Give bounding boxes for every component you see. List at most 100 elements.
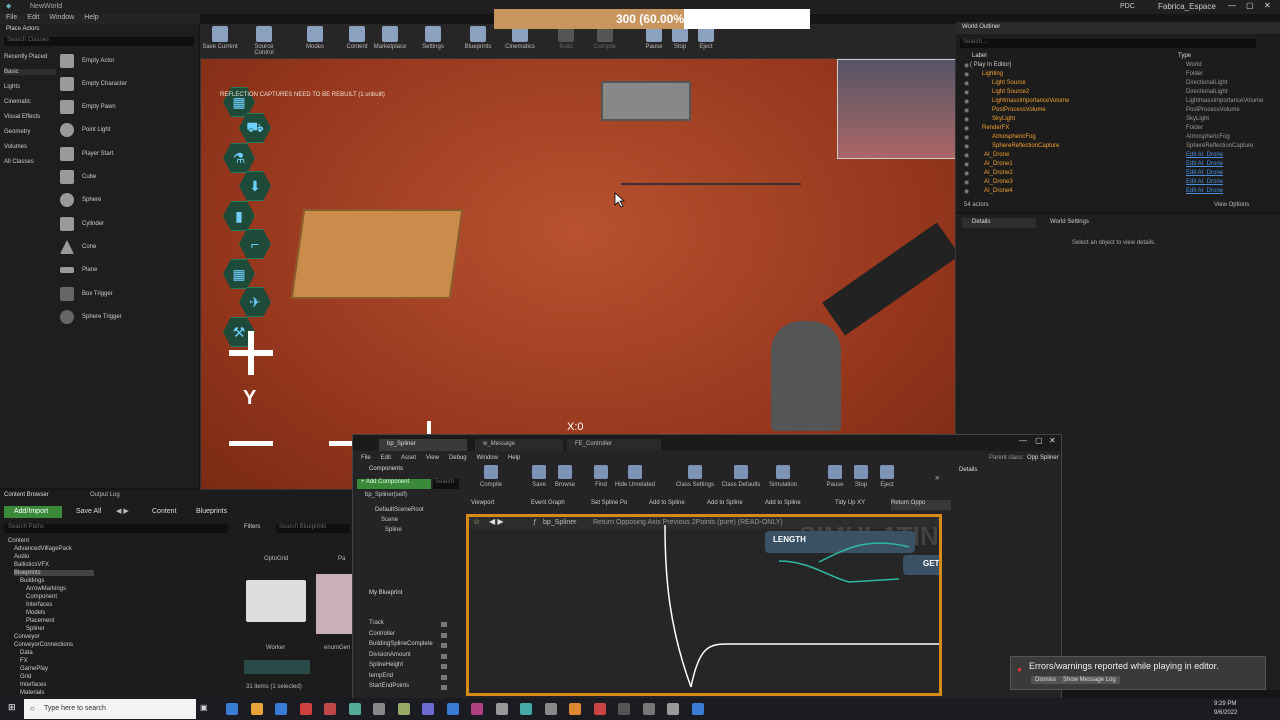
outliner-row-type[interactable]: Edit AI_Drone [1186, 152, 1223, 158]
maximize-button[interactable]: ▢ [1246, 1, 1254, 10]
bp-toolbar-button[interactable]: Hide Unrelated [613, 465, 657, 488]
pdc-tab[interactable]: PDC [1120, 3, 1135, 10]
variable-item[interactable]: BuildingSplineComplete [369, 641, 433, 647]
taskbar-search[interactable]: Type here to search [24, 699, 196, 719]
bp-toolbar-button[interactable]: Compile [469, 465, 513, 488]
graph-tab[interactable]: Add to Spline [649, 500, 709, 510]
save-current-button[interactable]: Save Current [200, 26, 240, 50]
bp-menu-item[interactable]: View [426, 455, 439, 461]
eye-icon[interactable]: ◉ [964, 125, 969, 132]
component-self[interactable]: bp_Spliner(self) [365, 492, 407, 498]
tab-w-message[interactable]: w_Message [475, 439, 563, 451]
variable-item[interactable]: DivisionAmount [369, 652, 411, 658]
marketplace-button[interactable]: Marketplace [370, 26, 410, 50]
content-browser-tab[interactable]: Content Browser [4, 492, 49, 498]
components-search[interactable]: Search [433, 479, 459, 489]
actor-empty-actor[interactable]: Empty Actor [60, 51, 196, 71]
eye-icon[interactable]: ◉ [964, 80, 969, 87]
folder-tree-item[interactable]: Interfaces [20, 682, 46, 688]
back-icon[interactable]: ◀ ▶ [116, 507, 129, 515]
dismiss-button[interactable]: Dismiss [1031, 676, 1060, 684]
folder-tree-item[interactable]: Buildings [20, 578, 44, 584]
outliner-row[interactable]: ◉ AI_Drone1 Edit AI_Drone [964, 161, 1274, 170]
hud-drone-icon[interactable]: ✈ [239, 287, 271, 317]
bp-menu-item[interactable]: Edit [381, 455, 391, 461]
hud-vehicle-icon[interactable]: ⛟ [239, 113, 271, 143]
variable-item[interactable]: tempEnd [369, 673, 393, 679]
folder-tree-item[interactable]: Blueprints [14, 570, 94, 576]
close-button[interactable]: ✕ [1264, 1, 1271, 10]
taskbar-app-icon[interactable] [226, 703, 238, 715]
eye-icon[interactable]: ◉ [964, 98, 969, 105]
bp-toolbar-button[interactable]: Class Defaults [719, 465, 763, 488]
view-options-button[interactable]: View Options [1214, 202, 1249, 208]
eye-icon[interactable]: ◉ [964, 116, 969, 123]
bp-toolbar-button[interactable]: Eject [865, 465, 909, 488]
actor-point-light[interactable]: Point Light [60, 120, 196, 140]
bp-maximize-button[interactable]: ▢ [1035, 436, 1043, 445]
task-view-icon[interactable]: ▣ [200, 703, 208, 712]
folder-tree-item[interactable]: Component [26, 594, 57, 600]
bp-menu-item[interactable]: Debug [449, 455, 467, 461]
folder-tree-item[interactable]: Models [26, 610, 45, 616]
folder-tree-item[interactable]: Audio [14, 554, 29, 560]
taskbar-app-icon[interactable] [691, 703, 704, 715]
cat-all-classes[interactable]: All Classes [4, 159, 34, 165]
add-import-button[interactable]: Add/Import [4, 506, 62, 518]
eye-icon[interactable]: ◉ [964, 107, 969, 114]
folder-tree-item[interactable]: Spliner [26, 626, 45, 632]
eye-icon[interactable]: ◉ [964, 152, 969, 159]
folder-tree-item[interactable]: ArrowMarkings [26, 586, 66, 592]
graph-tab[interactable]: Add to Spline [707, 500, 767, 510]
component-spline[interactable]: Spline [385, 527, 402, 533]
taskbar-app-icon[interactable] [397, 703, 410, 715]
modes-button[interactable]: Modes [295, 26, 335, 50]
outliner-row[interactable]: ◉ AtmosphericFog AtmosphericFog [964, 134, 1274, 143]
source-control-button[interactable]: Source Control [244, 26, 284, 56]
taskbar-app-icon[interactable] [495, 703, 508, 715]
save-all-button[interactable]: Save All [76, 508, 101, 515]
eye-icon[interactable]: ◉ [964, 89, 969, 96]
folder-tree-item[interactable]: Placement [26, 618, 54, 624]
tab-fe-controller[interactable]: FE_Controller [567, 439, 661, 451]
eye-icon[interactable]: ◉ [964, 188, 969, 195]
outliner-row[interactable]: ◉ SkyLight SkyLight [964, 116, 1274, 125]
actor-cone[interactable]: Cone [60, 237, 196, 257]
windows-start-icon[interactable]: ⊞ [8, 702, 16, 713]
world-settings-tab[interactable]: World Settings [1040, 218, 1130, 228]
outliner-row-type[interactable]: Edit AI_Drone [1186, 161, 1223, 167]
folder-tree-item[interactable]: Conveyor [14, 634, 40, 640]
taskbar-app-icon[interactable] [250, 703, 263, 715]
folder-tree-item[interactable]: Materials [20, 690, 44, 696]
eye-icon[interactable]: ◉ [964, 179, 969, 186]
filters-button[interactable]: Filters [244, 524, 260, 530]
outliner-row[interactable]: ◉ RenderFX Folder [964, 125, 1274, 134]
actor-empty-pawn[interactable]: Empty Pawn [60, 97, 196, 117]
component-scene[interactable]: Scene [381, 517, 398, 523]
graph-tab[interactable]: Set Spline Po [591, 500, 651, 510]
place-actors-search[interactable]: Search Classes [4, 37, 194, 46]
eye-icon[interactable]: ◉ [964, 71, 969, 78]
minimize-button[interactable]: — [1228, 1, 1236, 10]
chevron-right-icon[interactable]: » [935, 473, 939, 482]
output-log-tab[interactable]: Output Log [90, 492, 120, 498]
folder-tree-item[interactable]: Interfaces [26, 602, 52, 608]
menu-file[interactable]: File [6, 14, 17, 24]
folder-tree-item[interactable]: Grid [20, 674, 31, 680]
taskbar-app-icon[interactable] [520, 703, 532, 715]
outliner-row-type[interactable]: Edit AI_Drone [1186, 170, 1223, 176]
cat-lights[interactable]: Lights [4, 84, 20, 90]
variable-item[interactable]: StartEndPoints [369, 683, 409, 689]
bp-minimize-button[interactable]: — [1019, 436, 1027, 445]
variable-type-icon[interactable] [441, 622, 447, 627]
parent-class-value[interactable]: Opp Spliner [1027, 455, 1059, 461]
bp-menu-item[interactable]: Help [508, 455, 520, 461]
variable-type-icon[interactable] [441, 632, 447, 638]
eye-icon[interactable]: ◉ [964, 62, 969, 69]
folder-tree-item[interactable]: FX [20, 658, 28, 664]
cat-geometry[interactable]: Geometry [4, 129, 30, 135]
variable-type-icon[interactable] [441, 674, 447, 680]
build-button[interactable]: Build [546, 26, 586, 50]
outliner-search[interactable]: Search... [960, 39, 1256, 48]
outliner-row[interactable]: ◉ Light Source2 DirectionalLight [964, 89, 1274, 98]
